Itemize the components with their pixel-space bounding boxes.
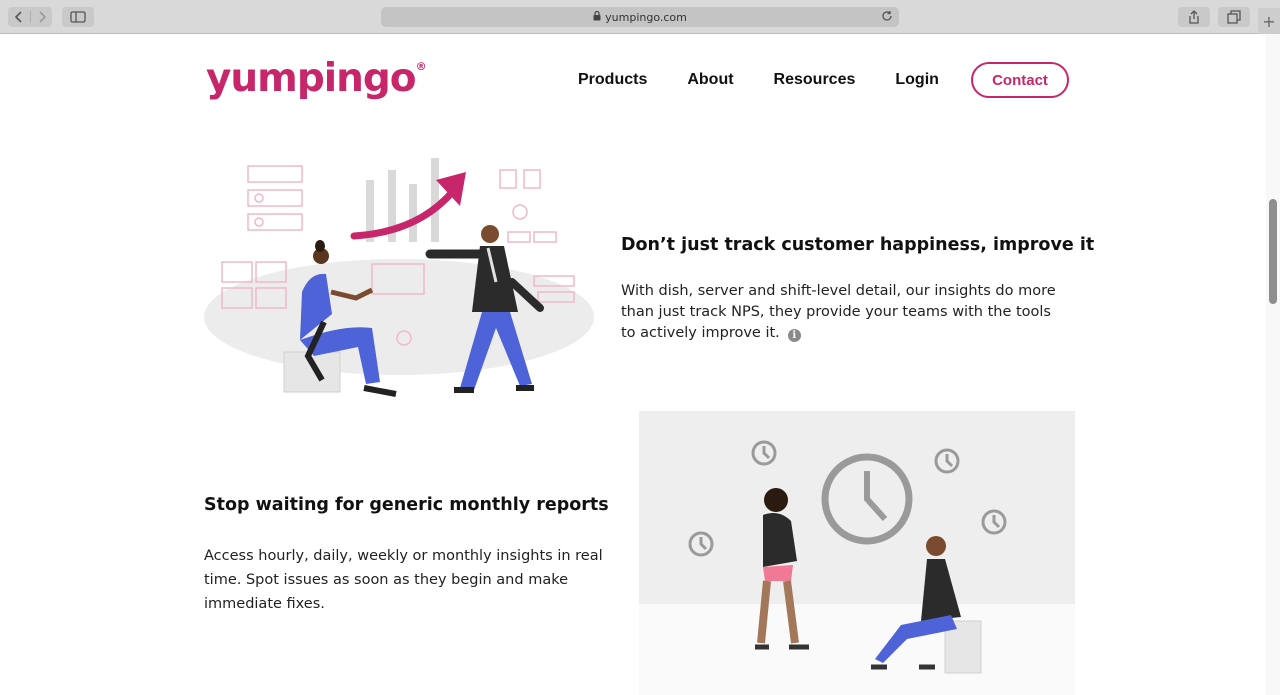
sidebar-button[interactable] bbox=[62, 7, 94, 27]
share-icon bbox=[1188, 10, 1200, 24]
logo-registered-mark: ® bbox=[415, 60, 427, 73]
page-scrollbar[interactable] bbox=[1266, 34, 1280, 695]
section-title: Don’t just track customer happiness, imp… bbox=[621, 235, 1095, 255]
section-body: Access hourly, daily, weekly or monthly … bbox=[204, 544, 604, 616]
section-title: Stop waiting for generic monthly reports bbox=[204, 495, 609, 515]
main-nav: Products About Resources Login bbox=[578, 71, 979, 89]
scroll-thumb[interactable] bbox=[1269, 199, 1277, 304]
lock-icon bbox=[593, 10, 601, 24]
new-tab-button[interactable]: + bbox=[1258, 8, 1280, 34]
reload-icon[interactable] bbox=[881, 10, 893, 25]
contact-button[interactable]: Contact bbox=[971, 62, 1069, 98]
address-bar[interactable]: yumpingo.com bbox=[381, 7, 899, 27]
team-growth-illustration bbox=[204, 142, 596, 400]
body-line: With dish, server and shift-level detail… bbox=[621, 283, 1056, 299]
body-line: than just track NPS, they provide your t… bbox=[621, 304, 1051, 320]
share-button[interactable] bbox=[1178, 7, 1210, 27]
nav-resources[interactable]: Resources bbox=[774, 71, 856, 89]
body-line: time. Spot issues as soon as they begin … bbox=[204, 572, 569, 588]
body-line: Access hourly, daily, weekly or monthly … bbox=[204, 548, 603, 564]
tabs-button[interactable] bbox=[1218, 7, 1250, 27]
info-icon[interactable]: i bbox=[787, 329, 801, 342]
browser-toolbar: yumpingo.com + bbox=[0, 0, 1280, 34]
logo-text: yumpingo bbox=[206, 56, 417, 101]
nav-about[interactable]: About bbox=[687, 71, 733, 89]
body-line: immediate fixes. bbox=[204, 596, 325, 612]
sidebar-icon bbox=[70, 11, 86, 23]
nav-products[interactable]: Products bbox=[578, 71, 647, 89]
body-line-last: to actively improve it. i bbox=[621, 323, 1061, 344]
back-icon[interactable] bbox=[8, 11, 30, 23]
forward-icon[interactable] bbox=[30, 11, 52, 23]
body-line-text: to actively improve it. bbox=[621, 325, 780, 341]
tabs-icon bbox=[1227, 10, 1241, 24]
yumpingo-logo[interactable]: yumpingo ® bbox=[206, 56, 427, 101]
waiting-clocks-illustration bbox=[639, 411, 1075, 695]
history-nav bbox=[8, 7, 52, 27]
nav-login[interactable]: Login bbox=[895, 71, 939, 89]
section-body: With dish, server and shift-level detail… bbox=[621, 281, 1061, 344]
url-text: yumpingo.com bbox=[605, 10, 687, 24]
